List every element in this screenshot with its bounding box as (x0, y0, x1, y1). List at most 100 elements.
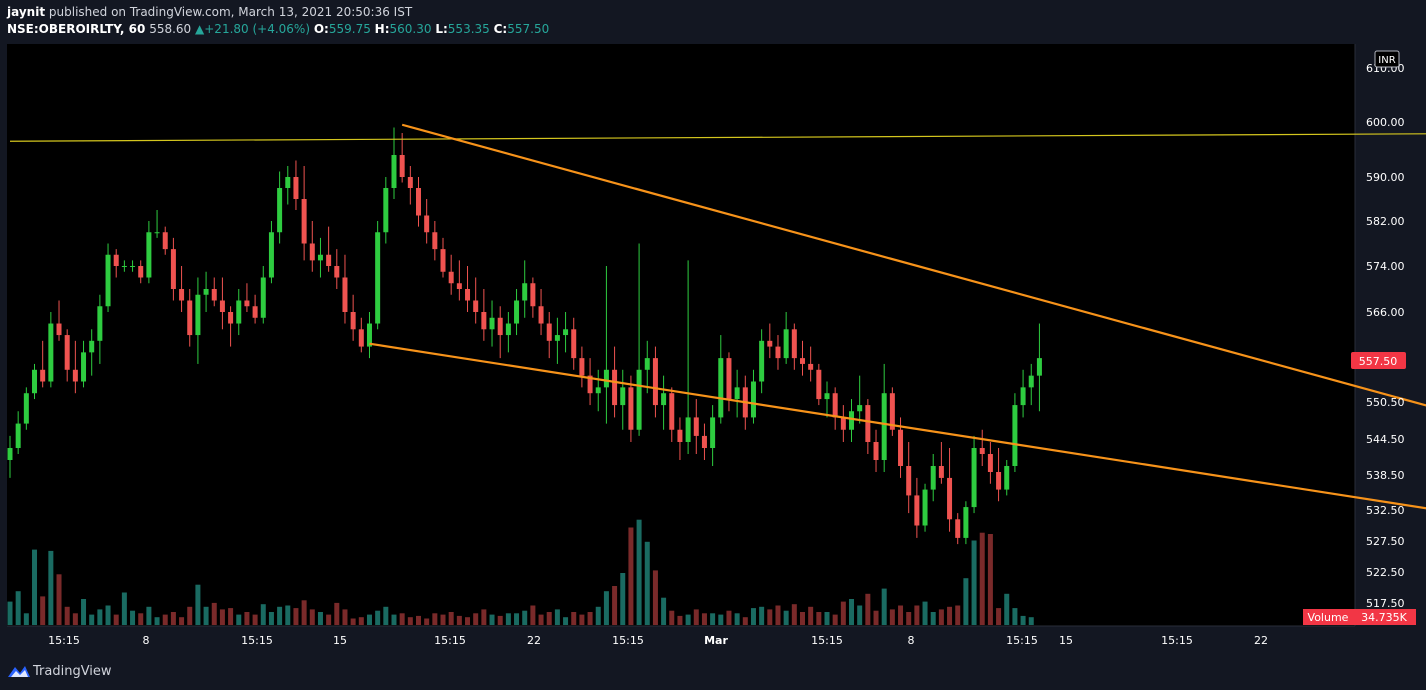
volume-bar (652, 570, 658, 625)
volume-bar (636, 519, 642, 625)
candle (375, 221, 381, 330)
volume-bar (734, 613, 740, 625)
volume-bar (612, 586, 618, 625)
volume-bar (522, 610, 528, 625)
volume-bar (963, 578, 969, 625)
price-tick-label: 550.50 (1366, 396, 1405, 409)
volume-bar (89, 614, 95, 625)
volume-bar (32, 549, 38, 625)
volume-bar (40, 596, 46, 625)
volume-bar (342, 609, 348, 625)
volume-bar (211, 602, 217, 625)
volume-bar (791, 604, 797, 625)
volume-bar (595, 606, 601, 625)
volume-bar (358, 617, 364, 625)
change-arrow-icon: ▲ (195, 22, 205, 36)
volume-bar (219, 609, 225, 625)
currency-badge[interactable]: INR (1374, 50, 1400, 68)
time-tick-label: 15:15 (1006, 634, 1038, 647)
volume-bar (930, 612, 936, 625)
volume-bar (236, 614, 242, 625)
price-chart[interactable]: 610.00600.00590.00582.00574.00566.00550.… (0, 44, 1426, 654)
volume-bar (424, 618, 430, 625)
currency-label: INR (1378, 55, 1395, 66)
volume-bar (579, 614, 585, 625)
price-tick-label: 600.00 (1366, 116, 1405, 129)
volume-bar (154, 617, 160, 625)
volume-bar (277, 606, 283, 625)
open-label: O: (313, 22, 329, 36)
volume-bar (56, 574, 62, 625)
volume-bar (497, 615, 503, 625)
volume-bar (669, 610, 675, 625)
price-tick-label: 544.50 (1366, 433, 1405, 446)
volume-bar (832, 614, 838, 625)
volume-bar (15, 591, 21, 625)
volume-bar (620, 573, 626, 625)
candle (23, 387, 29, 430)
open-value: 559.75 (328, 22, 371, 36)
footer: TradingView (0, 654, 1426, 690)
volume-bar (407, 617, 413, 625)
volume-bar (571, 612, 577, 625)
time-tick-label: 22 (527, 634, 541, 647)
tradingview-brand[interactable]: TradingView (33, 664, 112, 679)
close-value: 557.50 (507, 22, 550, 36)
price-change: +21.80 (+4.06%) (204, 22, 311, 36)
low-label: L: (435, 22, 448, 36)
volume-bar (996, 608, 1002, 625)
symbol-info: NSE:OBEROIRLTY, 60 558.60 ▲+21.80 (+4.06… (7, 22, 549, 36)
volume-bar (881, 588, 887, 625)
volume-bar (1004, 593, 1010, 625)
time-axis[interactable]: 15:15 8 15:15 15 15:15 22 15:15 Mar 15:15 8 15:15 1… (48, 634, 1268, 647)
volume-bar (898, 605, 904, 625)
volume-bar (456, 615, 462, 625)
volume-bar (138, 613, 144, 625)
author-name[interactable]: jaynit (7, 5, 45, 19)
volume-bar (824, 612, 830, 625)
volume-bar (170, 612, 176, 625)
time-tick-label: 15:15 (241, 634, 273, 647)
volume-bar (334, 602, 340, 625)
symbol-name[interactable]: NSE:OBEROIRLTY, 60 (7, 22, 145, 36)
volume-bar (955, 605, 961, 625)
volume-bar (914, 605, 920, 625)
volume-bar (799, 612, 805, 625)
volume-bar (628, 527, 634, 625)
volume-value: 34.735K (1361, 611, 1407, 624)
volume-bar (301, 600, 307, 625)
volume-bar (432, 613, 438, 625)
last-price-label: 557.50 (1359, 355, 1398, 368)
volume-bar (317, 612, 323, 625)
volume-bar (971, 540, 977, 625)
volume-bar (750, 608, 756, 625)
volume-bar (808, 606, 814, 625)
volume-bar (252, 614, 258, 625)
volume-bar (603, 591, 609, 625)
volume-bar (105, 605, 111, 625)
time-tick-label: 15 (1059, 634, 1073, 647)
volume-bar (64, 606, 70, 625)
volume-bar (416, 615, 421, 625)
volume-bar (783, 610, 789, 625)
time-tick-label: 15:15 (434, 634, 466, 647)
tradingview-logo-icon[interactable] (7, 663, 31, 679)
volume-bar (146, 606, 152, 625)
volume-bar (587, 612, 593, 625)
volume-label: Volume (1308, 611, 1349, 624)
volume-bar (244, 612, 250, 625)
price-axis[interactable]: 610.00600.00590.00582.00574.00566.00550.… (1366, 62, 1405, 610)
time-tick-label: 15:15 (612, 634, 644, 647)
time-tick-label: 8 (143, 634, 150, 647)
volume-bar (489, 614, 495, 625)
price-tick-label: 527.50 (1366, 535, 1405, 548)
volume-bar (742, 617, 748, 625)
volume-bar (906, 612, 912, 625)
volume-bar (1012, 608, 1018, 625)
chart-header: jaynit published on TradingView.com, Mar… (0, 0, 1426, 44)
volume-bar (473, 613, 479, 625)
volume-bar (228, 608, 234, 625)
close-label: C: (493, 22, 508, 36)
volume-bar (195, 584, 201, 625)
volume-bar (268, 612, 274, 625)
